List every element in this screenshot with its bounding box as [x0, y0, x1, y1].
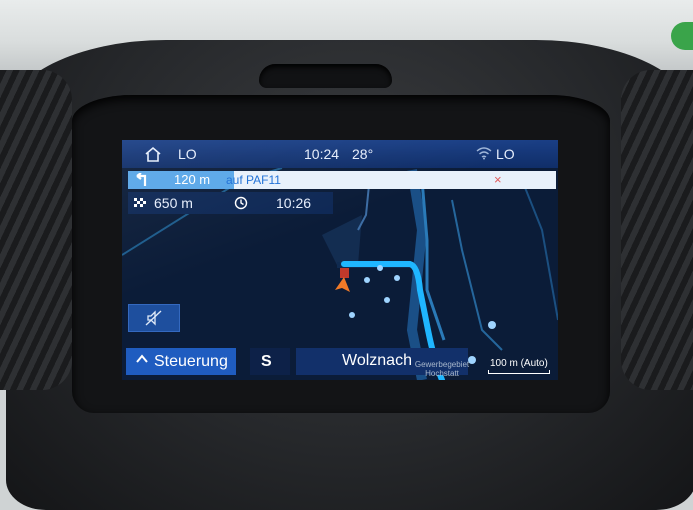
maneuver-road: auf PAF11 — [226, 173, 281, 187]
clock-time: 10:24 — [304, 146, 340, 162]
turn-left-icon — [136, 173, 147, 186]
arrival-time: 10:26 — [276, 195, 312, 211]
map-area-label: Gewerbegebiet Hochstatt — [412, 360, 472, 378]
bottom-bar: Steuerung S Wolznach Gewerbegebiet Hochs… — [122, 344, 558, 380]
heading-label: S — [261, 353, 272, 370]
source-label: LO — [178, 146, 197, 162]
chevron-up-icon — [136, 354, 148, 363]
city-name: Wolznach — [342, 352, 412, 369]
mute-icon — [145, 310, 162, 326]
status-bar: LO 10:24 28° LO — [122, 140, 558, 168]
left-air-vent — [0, 70, 72, 390]
poi-marker — [349, 312, 355, 318]
compass-heading[interactable]: S — [250, 348, 290, 375]
remaining-distance: 650 m — [154, 195, 193, 211]
poi-marker — [364, 277, 370, 283]
close-icon[interactable]: × — [494, 172, 502, 187]
mute-button[interactable] — [128, 304, 180, 332]
connection-label: LO — [496, 146, 515, 162]
maneuver-banner[interactable]: 120 m auf PAF11 × — [128, 171, 556, 189]
home-icon[interactable] — [144, 146, 162, 162]
poi-marker — [384, 297, 390, 303]
area-label-line1: Gewerbegebiet — [414, 360, 470, 369]
poi-marker — [488, 321, 496, 329]
maneuver-distance: 120 m — [174, 172, 211, 187]
scale-label: 100 m (Auto) — [490, 358, 548, 369]
checkered-flag-icon — [134, 198, 146, 207]
steering-label: Steuerung — [154, 353, 228, 370]
poi-marker — [394, 275, 400, 281]
right-air-vent — [621, 70, 693, 390]
outside-temperature: 28° — [352, 146, 374, 162]
turn-instruction: 120 m — [128, 171, 234, 189]
wifi-icon — [476, 147, 492, 160]
area-label-line2: Hochstatt — [425, 369, 459, 378]
clock-icon — [234, 196, 248, 210]
infotainment-screen: LO 10:24 28° LO 120 m auf PAF11 × 650 m — [122, 140, 558, 380]
poi-marker — [377, 265, 383, 271]
wall-sign — [671, 22, 693, 50]
steering-button[interactable]: Steuerung — [126, 348, 236, 375]
poi-marker — [340, 268, 349, 278]
map-scale[interactable]: 100 m (Auto) — [486, 356, 552, 374]
trip-info-bar[interactable]: 650 m 10:26 — [128, 192, 333, 214]
scale-bar — [488, 370, 550, 374]
bezel-slot — [259, 64, 392, 88]
